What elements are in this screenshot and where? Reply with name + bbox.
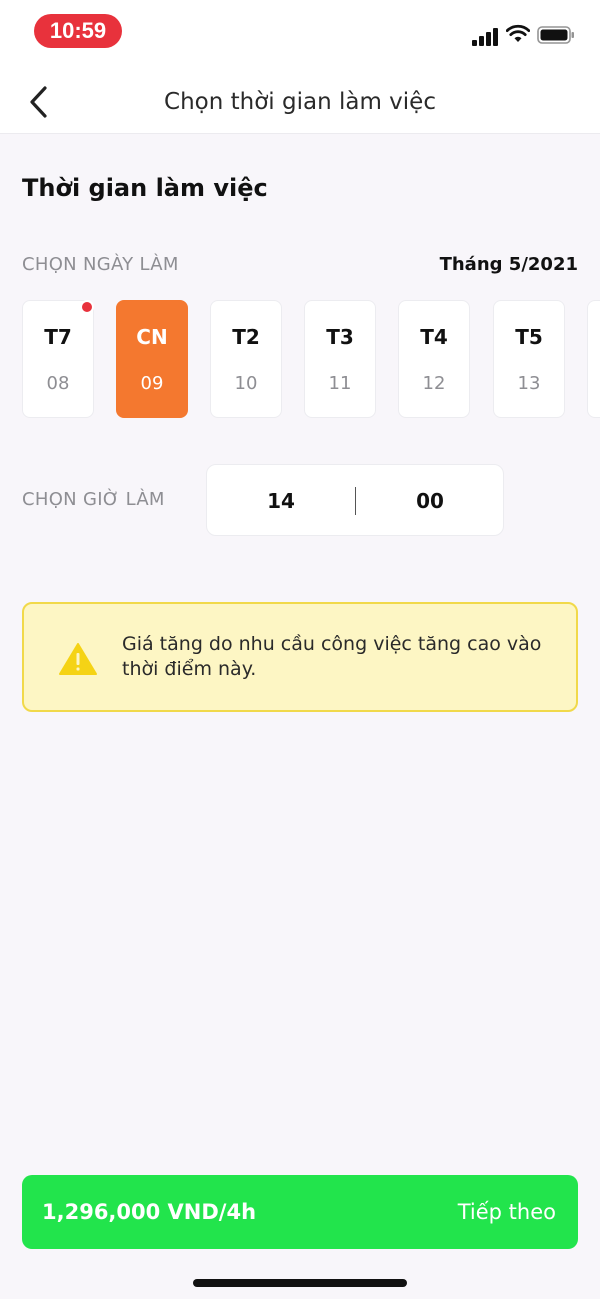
home-indicator (193, 1279, 407, 1287)
day-card[interactable]: T2 10 (210, 300, 282, 418)
status-bar: 10:59 (0, 0, 600, 70)
day-name: T2 (232, 325, 260, 349)
section-title: Thời gian làm việc (22, 174, 268, 202)
day-strip: T7 08 CN 09 T2 10 T3 11 T4 12 T5 13 (22, 300, 600, 420)
pick-day-label: CHỌN NGÀY LÀM (22, 254, 179, 275)
minute-selector[interactable]: 00 (356, 465, 504, 537)
day-card-selected[interactable]: CN 09 (116, 300, 188, 418)
notification-dot (80, 300, 94, 314)
day-name: T5 (515, 325, 543, 349)
hour-selector[interactable]: 14 (207, 465, 355, 537)
day-date: 09 (140, 373, 164, 394)
day-name: T3 (326, 325, 354, 349)
day-name: T4 (420, 325, 448, 349)
day-card[interactable]: T4 12 (398, 300, 470, 418)
day-date: 08 (46, 373, 70, 394)
day-name: CN (136, 325, 168, 349)
pick-time-label: CHỌN GIỜ LÀM (22, 489, 165, 510)
wifi-icon (506, 24, 530, 42)
day-date: 12 (422, 373, 446, 394)
next-label: Tiếp theo (457, 1200, 556, 1224)
day-card[interactable]: T5 13 (493, 300, 565, 418)
day-date: 13 (517, 373, 541, 394)
page-title: Chọn thời gian làm việc (164, 89, 436, 115)
day-card-partial[interactable] (587, 300, 600, 418)
warning-banner: Giá tăng do nhu cầu công việc tăng cao v… (22, 602, 578, 712)
day-name: T7 (44, 325, 72, 349)
day-card[interactable]: T7 08 (22, 300, 94, 418)
status-time: 10:59 (34, 14, 122, 48)
battery-icon (537, 26, 574, 44)
day-card[interactable]: T3 11 (304, 300, 376, 418)
cellular-signal-icon (472, 26, 500, 46)
day-date: 10 (234, 373, 258, 394)
next-button[interactable]: 1,296,000 VND/4h Tiếp theo (22, 1175, 578, 1249)
day-date: 11 (328, 373, 352, 394)
price-label: 1,296,000 VND/4h (42, 1200, 257, 1224)
month-label: Tháng 5/2021 (439, 254, 578, 275)
warning-text: Giá tăng do nhu cầu công việc tăng cao v… (122, 633, 542, 680)
warning-triangle-icon (59, 643, 97, 675)
time-picker: 14 00 (206, 464, 504, 536)
header: Chọn thời gian làm việc (0, 70, 600, 134)
